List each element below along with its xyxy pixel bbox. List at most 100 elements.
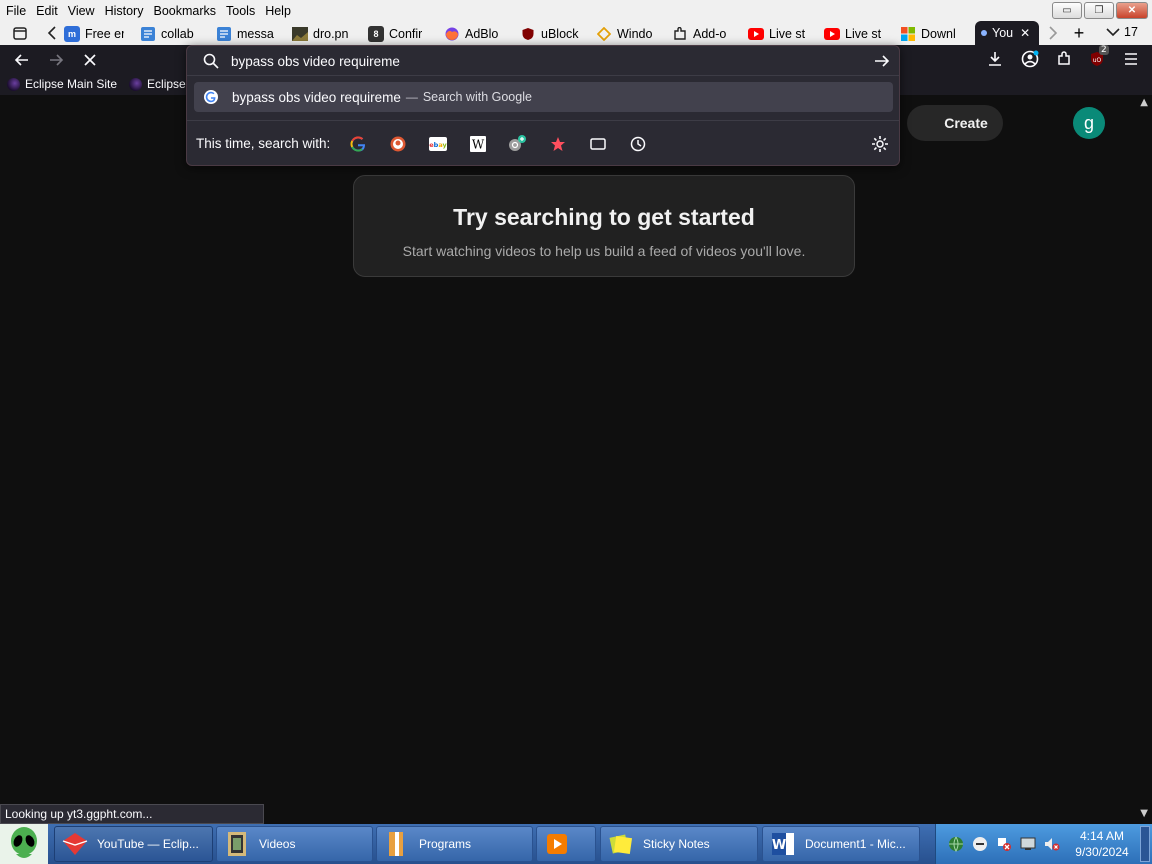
avatar[interactable]: g (1073, 107, 1105, 139)
taskbar-item-firefox[interactable]: YouTube — Eclip... (54, 826, 213, 862)
firefox-view-icon[interactable] (12, 25, 28, 41)
urlbar-input-row (187, 46, 899, 76)
ublock-button[interactable]: uO 2 (1087, 45, 1109, 69)
tab-label: You (992, 26, 1014, 40)
bookmark-eclipse-main-site[interactable]: Eclipse Main Site (0, 77, 117, 91)
menu-help[interactable]: Help (260, 4, 296, 18)
minimize-button[interactable]: ▭ (1052, 2, 1082, 19)
minus-circle-icon[interactable] (972, 836, 988, 852)
alien-start-icon (11, 827, 37, 858)
engine-bookmarks[interactable] (546, 132, 570, 156)
engine-wikipedia[interactable]: W (466, 132, 490, 156)
tab-5[interactable]: 8 Confir (368, 24, 428, 44)
engine-ebay[interactable]: ebay (426, 132, 450, 156)
menu-history[interactable]: History (100, 4, 149, 18)
tab-3[interactable]: messa (216, 24, 276, 44)
b-icon: 8 (368, 26, 384, 42)
tab-label: collab (161, 27, 194, 41)
go-arrow-icon[interactable] (873, 52, 891, 70)
tab-label: Windo (617, 27, 653, 41)
suggestion-search-google[interactable]: bypass obs video requireme — Search with… (194, 82, 893, 112)
close-window-button[interactable]: ✕ (1116, 2, 1148, 19)
menu-bookmarks[interactable]: Bookmarks (148, 4, 221, 18)
show-desktop-button[interactable] (1140, 826, 1150, 862)
word-icon: W (769, 830, 797, 858)
display-icon[interactable] (1020, 836, 1036, 852)
ublock-badge: 2 (1099, 45, 1109, 55)
gear-icon[interactable] (871, 135, 889, 153)
youtube-icon (981, 30, 987, 36)
tab-11[interactable]: Live st (824, 24, 884, 44)
app-menu-button[interactable] (1121, 49, 1141, 69)
tab-8[interactable]: Windo (596, 24, 656, 44)
extensions-button[interactable] (1054, 49, 1074, 69)
image-icon (292, 26, 308, 42)
engine-add-search[interactable] (506, 132, 530, 156)
tab-9[interactable]: Add-o (672, 24, 732, 44)
puzzle-icon (1058, 51, 1070, 65)
taskbar-item-sticky-notes[interactable]: Sticky Notes (600, 826, 758, 862)
new-tab-icon[interactable]: + (1071, 23, 1087, 43)
scroll-tabs-left-icon[interactable] (44, 25, 60, 41)
tab-label: Live st (769, 27, 806, 41)
search-icon (203, 53, 219, 69)
tab-6[interactable]: AdBlo (444, 24, 504, 44)
network-globe-icon[interactable] (948, 836, 964, 852)
restore-button[interactable]: ❐ (1084, 2, 1114, 19)
taskbar: YouTube — Eclip... Videos Programs Stick… (0, 824, 1152, 864)
sticky-notes-icon (607, 830, 635, 858)
account-button[interactable] (1020, 49, 1040, 69)
close-icon (84, 54, 96, 66)
bookmark-eclipse[interactable]: Eclipse (117, 77, 186, 91)
tab-7[interactable]: uBlock (520, 24, 580, 44)
tab-label: Add-o (693, 27, 727, 41)
tab-13[interactable]: You ✕ (975, 21, 1039, 45)
engine-duckduckgo[interactable] (386, 132, 410, 156)
scroll-tabs-right-icon[interactable] (1045, 25, 1061, 41)
menu-edit[interactable]: Edit (31, 4, 63, 18)
ublock-icon (520, 26, 536, 42)
close-tab-icon[interactable]: ✕ (1020, 26, 1030, 40)
start-button[interactable] (0, 824, 48, 864)
taskbar-item-programs[interactable]: Programs (376, 826, 533, 862)
window-controls: ▭ ❐ ✕ (1052, 2, 1148, 19)
clock-icon (631, 136, 646, 151)
downloads-button[interactable] (985, 49, 1005, 69)
list-all-tabs-button[interactable]: 17 (1106, 25, 1138, 39)
engine-history[interactable] (626, 132, 650, 156)
tab-label: Live st (845, 27, 882, 41)
scroll-down-arrow-icon[interactable]: ▼ (1140, 808, 1148, 819)
empty-feed-card: Try searching to get started Start watch… (353, 175, 855, 277)
volume-muted-icon[interactable] (1044, 836, 1060, 852)
tab-12[interactable]: Downl (900, 24, 960, 44)
firefox-taskbar-icon (61, 830, 89, 858)
system-clock[interactable]: 4:14 AM 9/30/2024 (1068, 828, 1136, 860)
back-button[interactable] (11, 49, 33, 71)
tab-label: Downl (921, 27, 956, 41)
urlbar-input[interactable] (231, 51, 831, 71)
tab-1[interactable]: m Free er (64, 24, 124, 44)
engine-google[interactable] (346, 132, 370, 156)
forward-button[interactable] (45, 49, 67, 71)
tab-4[interactable]: dro.pn (292, 24, 352, 44)
svg-text:ebay: ebay (430, 141, 448, 149)
tab-count: 17 (1124, 25, 1138, 39)
menu-tools[interactable]: Tools (221, 4, 260, 18)
menu-view[interactable]: View (63, 4, 100, 18)
one-off-search-engines: This time, search with: ebay W (187, 120, 899, 166)
taskbar-item-word[interactable]: W Document1 - Mic... (762, 826, 920, 862)
tab-10[interactable]: Live st (748, 24, 808, 44)
status-panel: Looking up yt3.ggpht.com... (0, 804, 264, 824)
flag-error-icon[interactable] (996, 836, 1012, 852)
folder-film-icon (223, 830, 251, 858)
create-button[interactable]: Create (907, 105, 1003, 141)
tab-2[interactable]: collab (140, 24, 200, 44)
stop-button[interactable] (79, 49, 101, 71)
scroll-up-arrow-icon[interactable]: ▲ (1140, 97, 1148, 108)
menu-file[interactable]: File (0, 4, 31, 18)
m-icon: m (64, 26, 80, 42)
engine-tabs[interactable] (586, 132, 610, 156)
taskbar-item-media[interactable] (536, 826, 596, 862)
doc-icon (216, 26, 232, 42)
taskbar-item-videos[interactable]: Videos (216, 826, 373, 862)
